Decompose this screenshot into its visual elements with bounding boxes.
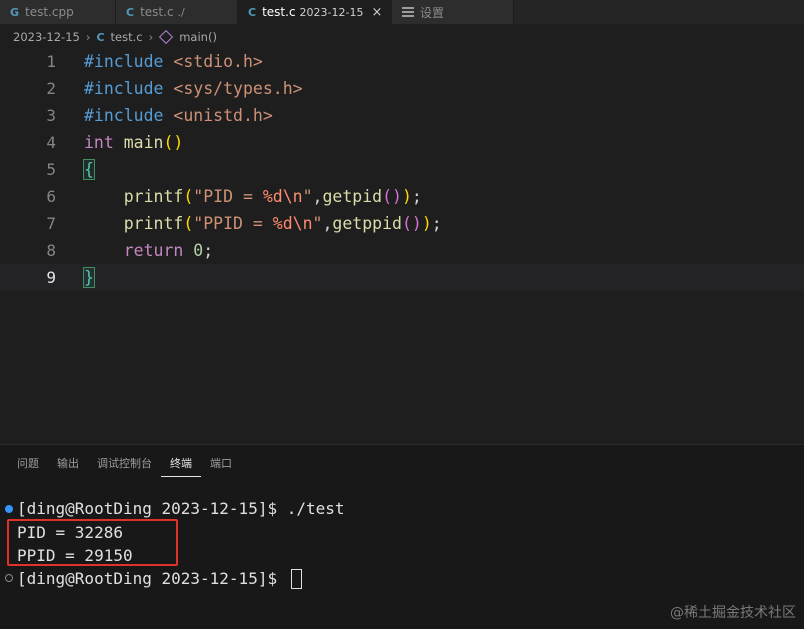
symbol-method-icon	[159, 29, 174, 45]
bottom-panel: 问题 输出 调试控制台 终端 端口 [ding@RootDing 2023-12…	[0, 444, 804, 629]
tab-problems[interactable]: 问题	[0, 455, 48, 477]
command-pending-icon[interactable]	[5, 574, 13, 582]
terminal-line: [ding@RootDing 2023-12-15]$ ./test	[17, 499, 345, 518]
close-icon[interactable]: ×	[371, 5, 382, 20]
cpp-file-icon: G	[10, 5, 20, 19]
tab-test-c-active[interactable]: C test.c 2023-12-15 ×	[238, 0, 392, 24]
tab-label: test.cpp	[25, 5, 74, 19]
line-number: 9	[46, 268, 56, 287]
terminal-cursor	[290, 568, 302, 589]
chevron-right-icon: ›	[148, 30, 154, 44]
chevron-right-icon: ›	[85, 30, 91, 44]
tab-output[interactable]: 输出	[48, 455, 88, 477]
code-text: return 0;	[123, 241, 214, 260]
code-text: {	[83, 159, 95, 180]
tab-label: test.c	[140, 5, 174, 19]
code-text: }	[83, 267, 95, 288]
code-text: printf("PPID = %d\n",getppid());	[123, 214, 442, 233]
c-file-icon: C	[126, 5, 135, 19]
code-line[interactable]: 2 #include <sys/types.h>	[0, 75, 804, 102]
tab-test-cpp[interactable]: G test.cpp	[0, 0, 116, 24]
c-file-icon: C	[248, 5, 257, 19]
panel-tabs: 问题 输出 调试控制台 终端 端口	[0, 455, 241, 477]
line-number: 3	[46, 106, 56, 125]
code-line-current[interactable]: 9 }	[0, 264, 804, 291]
line-number: 7	[46, 214, 56, 233]
tab-path: 2023-12-15	[299, 5, 364, 19]
code-line[interactable]: 1 #include <stdio.h>	[0, 48, 804, 75]
breadcrumb: 2023-12-15 › C test.c › main()	[0, 26, 217, 48]
tab-ports[interactable]: 端口	[201, 455, 241, 477]
code-editor[interactable]: 1 #include <stdio.h> 2 #include <sys/typ…	[0, 48, 804, 444]
code-line[interactable]: 5 {	[0, 156, 804, 183]
bracket-match: }	[83, 267, 95, 288]
terminal-prompt-line[interactable]: [ding@RootDing 2023-12-15]$	[17, 567, 302, 590]
code-line[interactable]: 6 printf("PID = %d\n",getpid());	[0, 183, 804, 210]
bracket-match: {	[83, 159, 95, 180]
code-line[interactable]: 7 printf("PPID = %d\n",getppid());	[0, 210, 804, 237]
tab-path: ./	[177, 5, 185, 19]
command-success-icon[interactable]	[5, 505, 13, 513]
line-number: 4	[46, 133, 56, 152]
breadcrumb-file[interactable]: test.c	[111, 30, 143, 44]
code-text: #include <unistd.h>	[84, 106, 273, 125]
code-text: printf("PID = %d\n",getpid());	[123, 187, 422, 206]
breadcrumb-folder[interactable]: 2023-12-15	[13, 30, 80, 44]
code-line[interactable]: 8 return 0;	[0, 237, 804, 264]
breadcrumb-symbol[interactable]: main()	[179, 30, 217, 44]
tab-debug-console[interactable]: 调试控制台	[88, 455, 161, 477]
line-number: 5	[46, 160, 56, 179]
line-number: 6	[46, 187, 56, 206]
tab-test-c-root[interactable]: C test.c ./	[116, 0, 238, 24]
code-text: int main()	[84, 133, 184, 152]
highlight-annotation-box	[7, 519, 178, 566]
line-number: 8	[46, 241, 56, 260]
c-file-icon: C	[96, 30, 105, 44]
editor-tab-bar: G test.cpp C test.c ./ C test.c 2023-12-…	[0, 0, 804, 24]
code-line[interactable]: 4 int main()	[0, 129, 804, 156]
tab-label: test.c	[262, 5, 296, 19]
settings-icon	[402, 7, 414, 17]
terminal-prompt: [ding@RootDing 2023-12-15]$	[17, 569, 287, 588]
code-text: #include <stdio.h>	[84, 52, 263, 71]
tab-settings[interactable]: 设置	[392, 0, 514, 24]
watermark: @稀土掘金技术社区	[670, 605, 796, 621]
line-number: 2	[46, 79, 56, 98]
code-line[interactable]: 3 #include <unistd.h>	[0, 102, 804, 129]
code-text: #include <sys/types.h>	[84, 79, 303, 98]
line-number: 1	[46, 52, 56, 71]
tab-terminal[interactable]: 终端	[161, 455, 201, 477]
tab-label: 设置	[420, 5, 445, 20]
